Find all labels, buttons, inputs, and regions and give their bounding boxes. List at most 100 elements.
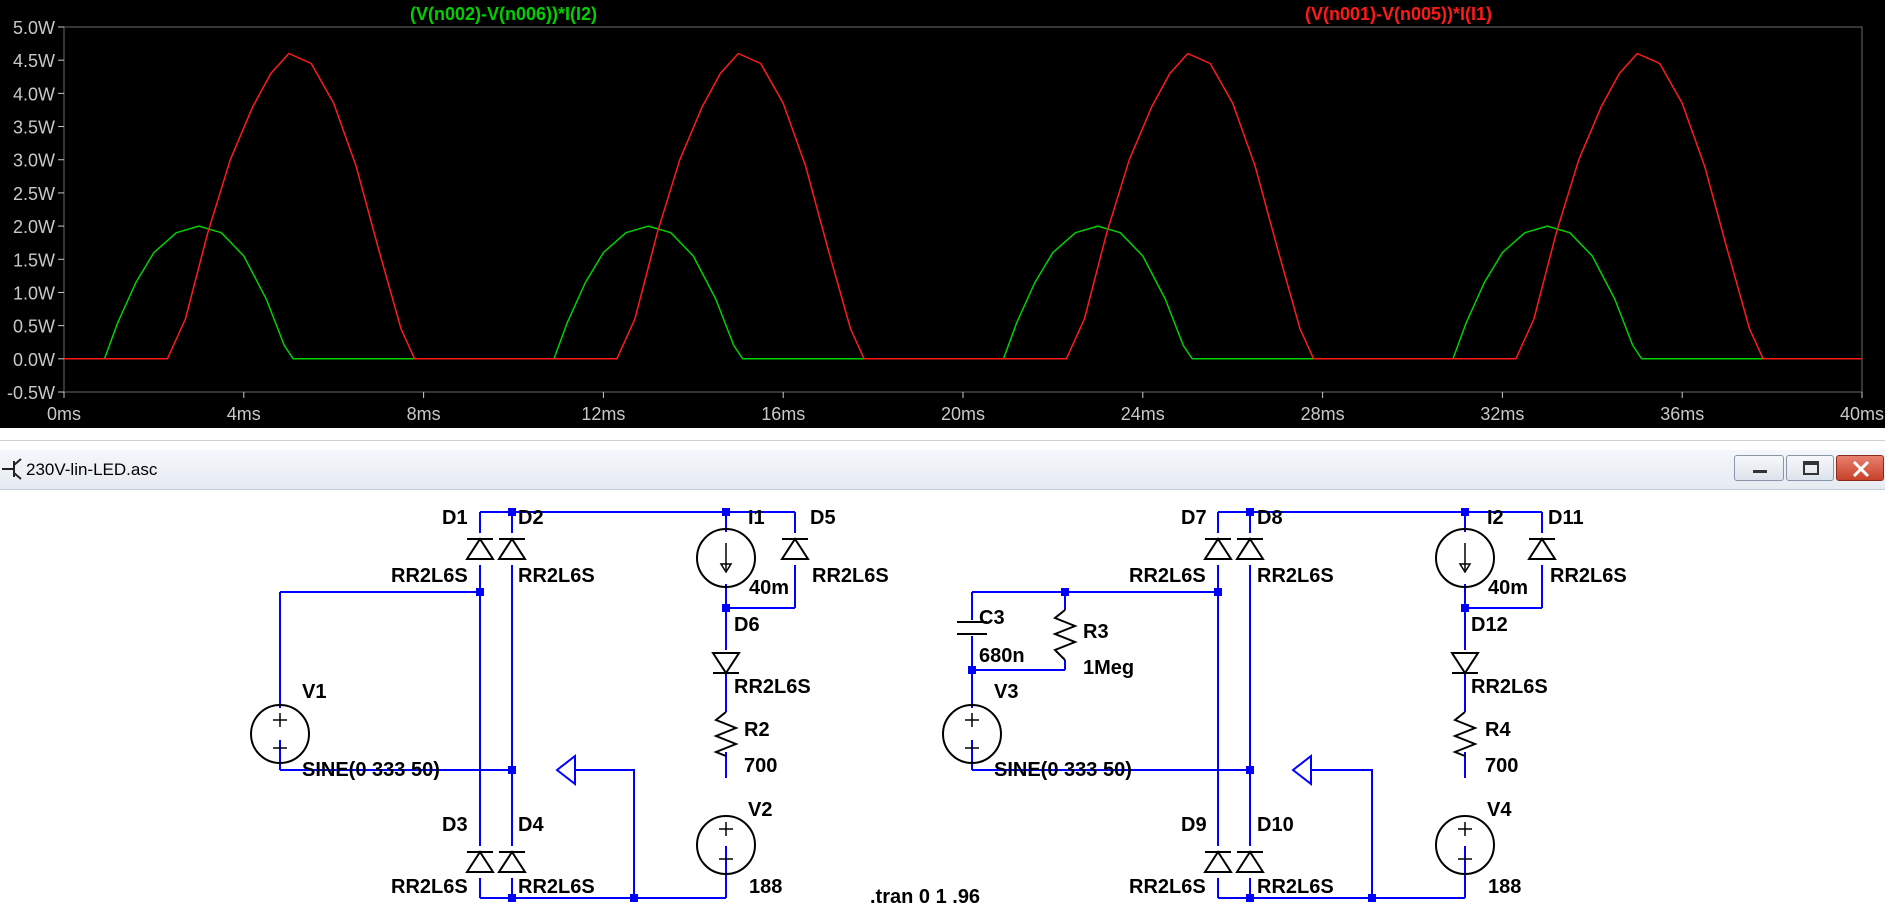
label-v1: V1 (302, 681, 326, 703)
x-tick-label: 8ms (407, 404, 441, 424)
plot-grid (63, 26, 1863, 393)
schematic-window-titlebar[interactable]: 230V-lin-LED.asc (0, 450, 1885, 490)
diode-d9-symbol[interactable] (1204, 851, 1232, 873)
label-r2: R2 (744, 719, 770, 741)
label-r2-value: 700 (744, 755, 777, 777)
trace-label-green[interactable]: (V(n002)-V(n006))*I(I2) (410, 4, 597, 24)
waveform-chart[interactable]: 5.0W 4.5W 4.0W 3.5W 3.0W 2.5W 2.0W 1.5W 1.0W 0.5W… (0, 0, 1885, 428)
y-tick-label: 1.0W (13, 283, 55, 303)
trace-green[interactable] (64, 225, 1862, 360)
window-title: 230V-lin-LED.asc (26, 460, 158, 479)
label-d11: D11 (1548, 507, 1584, 529)
diode-d11-symbol[interactable] (1528, 538, 1556, 560)
resistor-r3-symbol[interactable] (1052, 609, 1078, 661)
y-tick-label: 3.0W (13, 151, 55, 171)
ground-flag-right[interactable] (1291, 753, 1312, 787)
label-d7-model: RR2L6S (1129, 565, 1206, 587)
label-d8-model: RR2L6S (1257, 565, 1334, 587)
plot-traces[interactable] (64, 52, 1862, 360)
maximize-button[interactable] (1786, 455, 1834, 481)
label-i2: I2 (1487, 507, 1504, 529)
label-c3: C3 (979, 607, 1005, 629)
label-r4: R4 (1485, 719, 1511, 741)
label-d6-model: RR2L6S (734, 676, 811, 698)
diode-d10-symbol[interactable] (1236, 851, 1264, 873)
y-tick-label: -0.5W (7, 383, 55, 403)
pane-splitter[interactable] (0, 428, 1885, 441)
label-d9: D9 (1181, 814, 1207, 836)
label-d5: D5 (810, 507, 836, 529)
label-d1: D1 (442, 507, 468, 529)
diode-d7-symbol[interactable] (1204, 538, 1232, 560)
right-circuit: D7 D8 RR2L6S RR2L6S D9 D10 RR2L6S RR2L6S… (942, 507, 1627, 902)
label-d12-model: RR2L6S (1471, 676, 1548, 698)
diode-d1-symbol[interactable] (466, 538, 494, 560)
resistor-r2-symbol[interactable] (713, 711, 739, 757)
ground-flag-left[interactable] (555, 753, 576, 787)
label-d6: D6 (734, 614, 760, 636)
left-circuit: D1 D2 RR2L6S RR2L6S D3 D4 RR2L6S RR2L6S … (250, 507, 889, 902)
spice-directive[interactable]: .tran 0 1 .96 (870, 886, 980, 908)
diode-d4-symbol[interactable] (498, 851, 526, 873)
y-tick-label: 5.0W (13, 18, 55, 38)
label-d3-model: RR2L6S (391, 876, 468, 898)
diode-d12-symbol[interactable] (1451, 652, 1479, 674)
x-tick-label: 24ms (1121, 404, 1165, 424)
x-tick-label: 36ms (1660, 404, 1704, 424)
label-d1-model: RR2L6S (391, 565, 468, 587)
label-d10: D10 (1257, 814, 1294, 836)
current-source-i2-symbol[interactable] (1435, 528, 1495, 588)
schematic-app-icon (2, 458, 22, 480)
x-tick-label: 20ms (941, 404, 985, 424)
label-d2-model: RR2L6S (518, 565, 595, 587)
label-v1-value: SINE(0 333 50) (302, 759, 440, 781)
minimize-button[interactable] (1734, 455, 1784, 481)
resistor-r4-symbol[interactable] (1452, 711, 1478, 757)
label-v2: V2 (748, 799, 772, 821)
label-v3: V3 (994, 681, 1018, 703)
y-tick-label: 4.0W (13, 84, 55, 104)
label-v3-value: SINE(0 333 50) (994, 759, 1132, 781)
close-icon (1852, 460, 1870, 478)
close-button[interactable] (1836, 455, 1884, 481)
y-tick-label: 0.5W (13, 317, 55, 337)
diode-d5-symbol[interactable] (781, 538, 809, 560)
maximize-icon (1803, 461, 1819, 475)
left-junctions (476, 508, 730, 902)
diode-d8-symbol[interactable] (1236, 538, 1264, 560)
x-axis-ticks: 0ms 4ms 8ms 12ms 16ms 20ms 24ms 28ms 32ms 36ms 40m… (47, 392, 1884, 424)
waveform-plot-pane[interactable]: 5.0W 4.5W 4.0W 3.5W 3.0W 2.5W 2.0W 1.5W 1.0W 0.5W… (0, 0, 1885, 428)
label-d2: D2 (518, 507, 544, 529)
y-tick-label: 1.5W (13, 250, 55, 270)
x-tick-label: 16ms (761, 404, 805, 424)
label-i1: I1 (748, 507, 765, 529)
label-c3-value: 680n (979, 645, 1025, 667)
label-i2-value: 40m (1488, 577, 1528, 599)
label-d4-model: RR2L6S (518, 876, 595, 898)
schematic-canvas[interactable]: D1 D2 RR2L6S RR2L6S D3 D4 RR2L6S RR2L6S … (0, 490, 1885, 921)
label-v4-value: 188 (1488, 876, 1521, 898)
trace-red[interactable] (64, 52, 1862, 360)
y-tick-label: 4.5W (13, 51, 55, 71)
label-i1-value: 40m (749, 577, 789, 599)
x-tick-label: 32ms (1480, 404, 1524, 424)
label-v4: V4 (1487, 799, 1512, 821)
current-source-i1-symbol[interactable] (696, 528, 756, 588)
label-r3: R3 (1083, 621, 1109, 643)
plot-frame (63, 26, 1863, 393)
diode-d6-symbol[interactable] (712, 652, 740, 674)
trace-label-red[interactable]: (V(n001)-V(n005))*I(I1) (1305, 4, 1492, 24)
minimize-icon (1753, 470, 1767, 473)
x-tick-label: 12ms (581, 404, 625, 424)
x-tick-label: 40ms (1840, 404, 1884, 424)
y-tick-label: 3.5W (13, 118, 55, 138)
label-d12: D12 (1471, 614, 1508, 636)
diode-d2-symbol[interactable] (498, 538, 526, 560)
schematic-drawing[interactable]: D1 D2 RR2L6S RR2L6S D3 D4 RR2L6S RR2L6S … (0, 490, 1885, 921)
y-tick-label: 2.5W (13, 184, 55, 204)
diode-d3-symbol[interactable] (466, 851, 494, 873)
label-d8: D8 (1257, 507, 1283, 529)
label-d7: D7 (1181, 507, 1207, 529)
label-r3-value: 1Meg (1083, 657, 1134, 679)
y-tick-label: 2.0W (13, 217, 55, 237)
